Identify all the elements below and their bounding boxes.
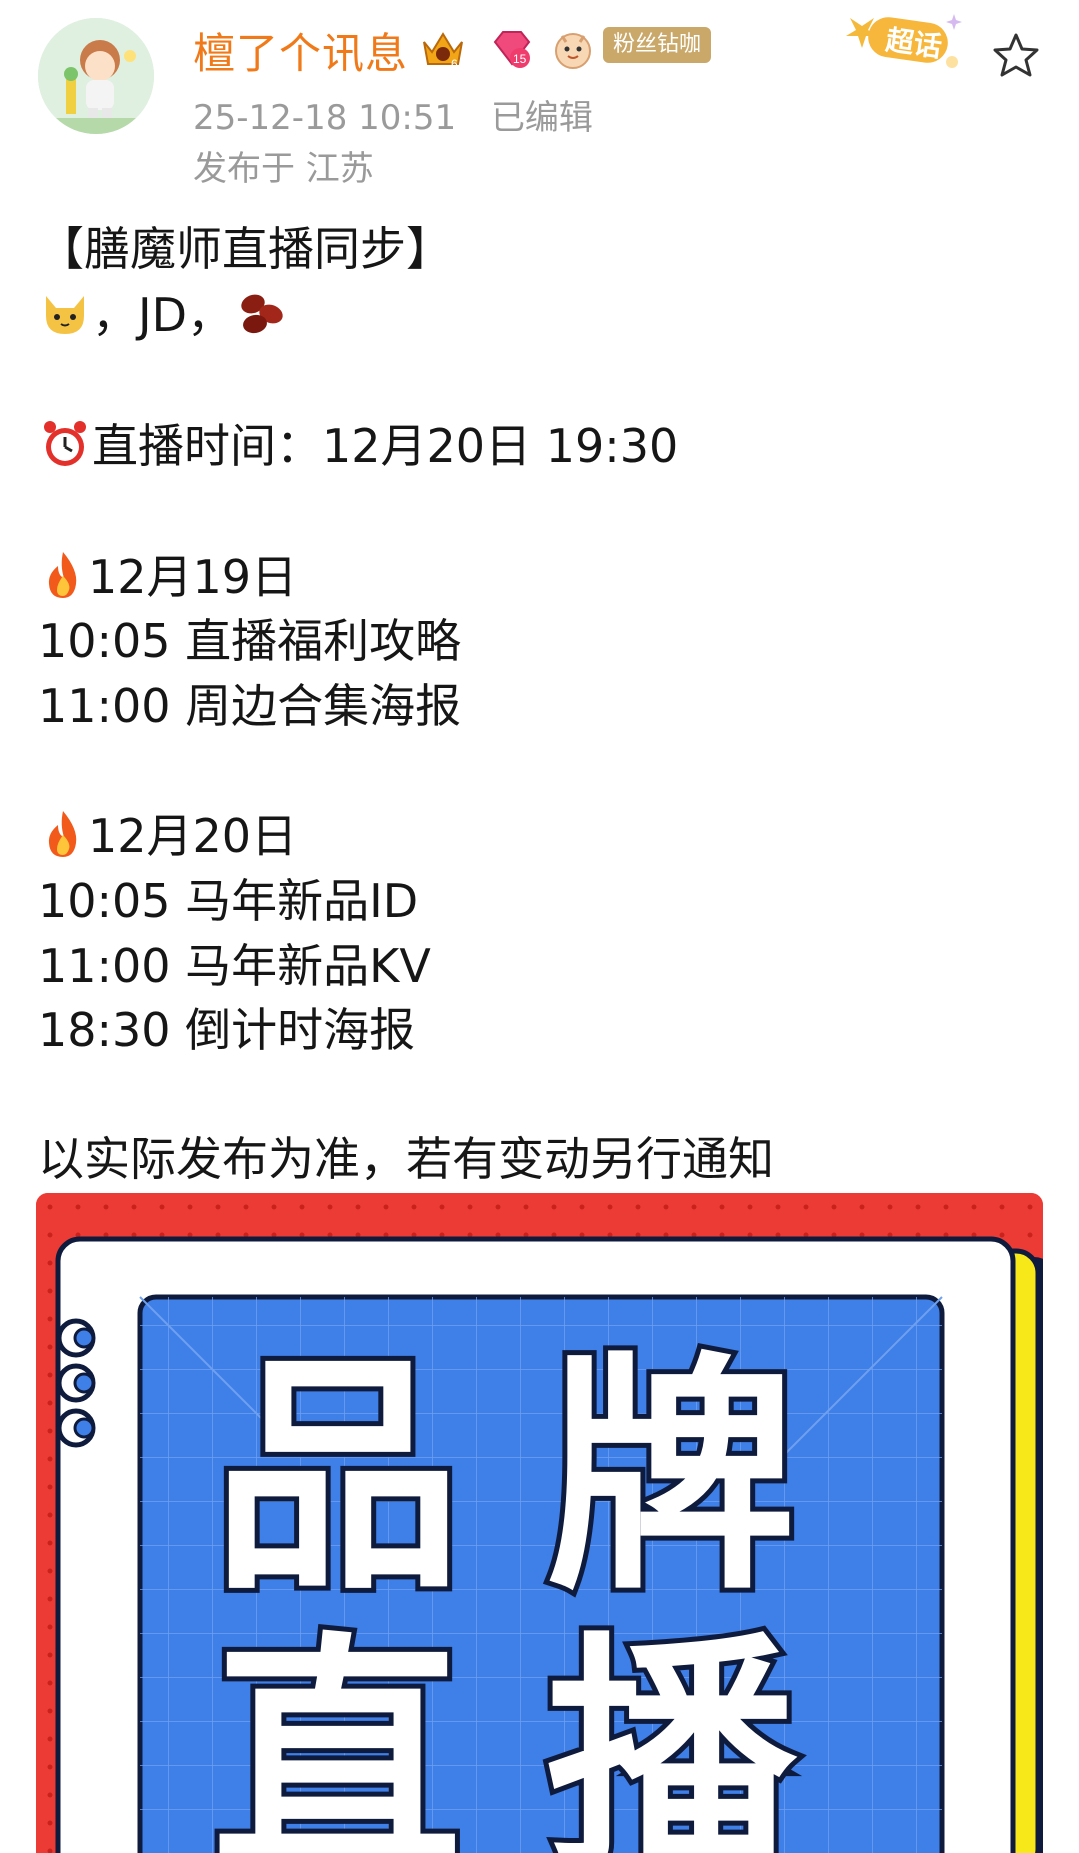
beans-emoji-icon [233, 286, 291, 351]
svg-text:6: 6 [451, 57, 458, 71]
platforms-text: ，JD， [92, 288, 233, 342]
svg-text:15: 15 [513, 52, 527, 66]
mascot-icon[interactable] [548, 24, 598, 74]
live-time-line: 直播时间：12月20日 19:30 [38, 410, 678, 482]
alarm-clock-icon [38, 417, 92, 482]
post-image-poster[interactable]: 品 牌 直 播 [36, 1193, 1043, 1853]
favorite-star-icon[interactable] [990, 30, 1042, 82]
day2-item: 10:05 马年新品ID [38, 874, 419, 928]
day1-item: 11:00 周边合集海报 [38, 679, 462, 733]
post-platforms-line: ，JD， [38, 279, 291, 351]
avatar-illustration [38, 18, 154, 134]
post-title: 【膳魔师直播同步】 [38, 222, 452, 276]
avatar[interactable] [38, 18, 154, 134]
cat-emoji-icon [38, 286, 92, 351]
day2-date: 12月20日 [88, 809, 298, 863]
day2-item: 11:00 马年新品KV [38, 939, 431, 993]
fire-icon [38, 807, 88, 872]
post-location: 发布于 江苏 [193, 149, 374, 189]
post-timestamp-row: 25-12-18 10:51 已编辑 [193, 90, 593, 139]
poster-title-char: 品 [207, 1332, 467, 1623]
day2-item: 18:30 倒计时海报 [38, 1003, 416, 1057]
post-footer-note: 以实际发布为准，若有变动另行通知 [38, 1132, 774, 1186]
fan-level-badge[interactable]: 粉丝钻咖 [603, 27, 712, 63]
chaohua-label: 超话 [883, 23, 944, 64]
poster-title-char: 牌 [541, 1332, 801, 1623]
edited-label: 已编辑 [490, 98, 593, 138]
fire-icon [38, 548, 88, 613]
poster-title-char: 直 [207, 1612, 467, 1853]
poster-title-char: 播 [541, 1612, 801, 1853]
live-time-text: 直播时间：12月20日 19:30 [92, 419, 679, 473]
day1-date: 12月19日 [88, 550, 298, 604]
day2-header: 12月20日 [38, 800, 297, 872]
username[interactable]: 檀了个讯息 [193, 20, 408, 81]
diamond-15-icon[interactable]: 15 [487, 24, 537, 74]
day1-item: 10:05 直播福利攻略 [38, 614, 462, 668]
post-timestamp: 25-12-18 10:51 [193, 98, 457, 138]
day1-header: 12月19日 [38, 541, 297, 613]
crown-level-icon[interactable]: 6 [418, 24, 468, 74]
poster-artwork [36, 1193, 1043, 1853]
chaohua-button[interactable]: 超话 [842, 10, 962, 70]
